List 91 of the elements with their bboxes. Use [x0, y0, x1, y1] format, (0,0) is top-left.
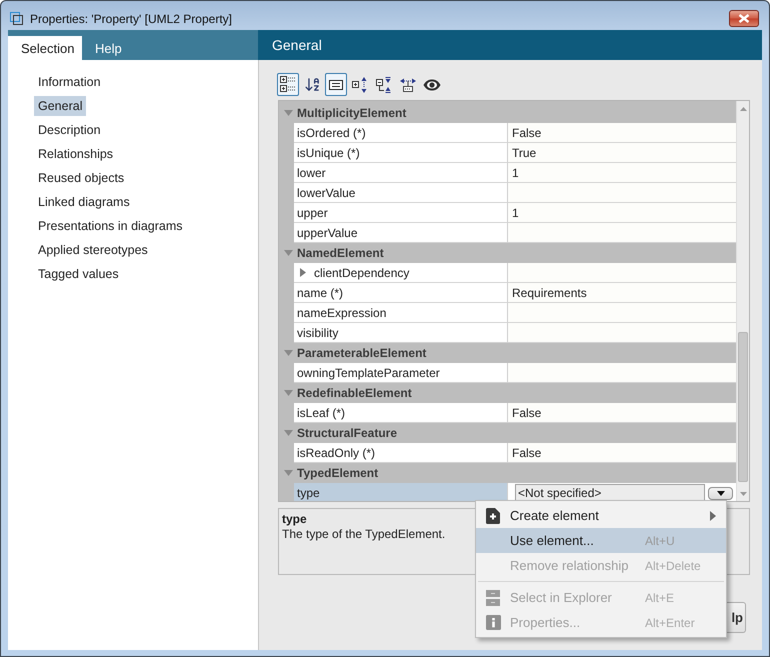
triangle-down-icon[interactable]: [284, 350, 293, 356]
property-value-cell[interactable]: False: [508, 403, 736, 423]
panel-title: General: [272, 37, 322, 53]
property-value-cell[interactable]: [508, 323, 736, 343]
window-icon: [10, 12, 23, 25]
close-button[interactable]: [729, 10, 759, 27]
property-name-cell[interactable]: visibility: [294, 323, 508, 343]
property-name-cell[interactable]: owningTemplateParameter: [294, 363, 508, 383]
toolbar-button[interactable]: [325, 73, 347, 96]
property-name-cell[interactable]: isLeaf (*): [294, 403, 508, 423]
text-box-icon: [329, 80, 343, 90]
triangle-right-icon[interactable]: [300, 268, 306, 277]
dropdown-button[interactable]: [708, 486, 733, 500]
property-name-cell[interactable]: upper: [294, 203, 508, 223]
collapse-arrows-icon: [376, 76, 392, 92]
sidebar-item[interactable]: Description: [34, 120, 105, 140]
property-value-cell[interactable]: Requirements: [508, 283, 736, 303]
triangle-down-icon[interactable]: [284, 470, 293, 476]
shortcut-text: Alt+Delete: [645, 558, 701, 572]
shortcut-text: Alt+U: [645, 534, 675, 548]
property-value-cell[interactable]: [508, 363, 736, 383]
scroll-up-arrow-icon[interactable]: [740, 106, 746, 110]
drawer-icon: [486, 590, 500, 606]
property-value-cell[interactable]: 1: [508, 163, 736, 183]
sidebar-item[interactable]: Linked diagrams: [34, 192, 134, 212]
category-name: ParameterableElement: [297, 346, 426, 360]
expand-arrows-icon: [352, 76, 368, 92]
shortcut-text: Alt+Enter: [645, 616, 695, 630]
horizontal-arrows-icon: [400, 76, 416, 92]
caret-icon: [716, 490, 724, 496]
tab[interactable]: Help: [82, 36, 135, 60]
property-name-cell[interactable]: nameExpression: [294, 303, 508, 323]
category-name: NamedElement: [297, 246, 384, 260]
info-icon: [486, 615, 500, 630]
scroll-down-arrow-icon[interactable]: [740, 492, 746, 496]
property-name-cell[interactable]: isReadOnly (*): [294, 443, 508, 463]
add-document-icon: [486, 508, 500, 524]
property-value-cell[interactable]: False: [508, 123, 736, 143]
category-row[interactable]: RedefinableElement: [279, 383, 736, 403]
property-value-cell[interactable]: 1: [508, 203, 736, 223]
category-row[interactable]: NamedElement: [279, 243, 736, 263]
window-title: Properties: 'Property' [UML2 Property]: [30, 12, 232, 26]
menu-item[interactable]: Use element... Alt+U: [476, 528, 726, 553]
sidebar-item[interactable]: Presentations in diagrams: [34, 216, 187, 236]
property-value-cell[interactable]: [508, 263, 736, 283]
category-name: RedefinableElement: [297, 386, 412, 400]
category-row[interactable]: ParameterableElement: [279, 343, 736, 363]
property-value-cell[interactable]: False: [508, 443, 736, 463]
tab[interactable]: Selection: [8, 36, 82, 60]
scrollbar-thumb[interactable]: [738, 332, 748, 482]
sidebar-item[interactable]: Applied stereotypes: [34, 240, 152, 260]
description-text: The type of the TypedElement.: [282, 527, 446, 541]
grouped-list-icon: [280, 76, 296, 93]
property-value-cell[interactable]: True: [508, 143, 736, 163]
property-name-cell[interactable]: isUnique (*): [294, 143, 508, 163]
triangle-down-icon[interactable]: [284, 250, 293, 256]
sidebar-item[interactable]: Reused objects: [34, 168, 128, 188]
property-name-cell[interactable]: name (*): [294, 283, 508, 303]
property-name-cell[interactable]: upperValue: [294, 223, 508, 243]
property-value-cell[interactable]: [508, 303, 736, 323]
category-row[interactable]: TypedElement: [279, 463, 736, 483]
category-name: TypedElement: [297, 466, 378, 480]
sidebar-item[interactable]: Tagged values: [34, 264, 123, 284]
sidebar-item[interactable]: General: [34, 96, 86, 116]
scrollbar[interactable]: [736, 101, 749, 501]
property-name: clientDependency: [314, 266, 410, 280]
description-title: type: [282, 512, 307, 526]
triangle-down-icon[interactable]: [284, 110, 293, 116]
property-name-cell[interactable]: lower: [294, 163, 508, 183]
type-dropdown-field[interactable]: <Not specified>: [515, 484, 705, 501]
sort-az-icon: [304, 76, 320, 93]
close-icon: [738, 14, 750, 23]
toolbar-button[interactable]: [277, 73, 299, 96]
help-button[interactable]: lp: [727, 602, 746, 633]
property-value-cell[interactable]: [508, 183, 736, 203]
eye-icon: [423, 78, 441, 90]
property-name-cell[interactable]: lowerValue: [294, 183, 508, 203]
triangle-down-icon[interactable]: [284, 390, 293, 396]
sidebar-item[interactable]: Information: [34, 72, 105, 92]
property-name-cell[interactable]: isOrdered (*): [294, 123, 508, 143]
property-name-cell[interactable]: type: [294, 483, 508, 501]
category-name: MultiplicityElement: [297, 106, 406, 120]
sidebar-item[interactable]: Relationships: [34, 144, 118, 164]
menu-item[interactable]: Create element: [476, 503, 726, 528]
triangle-down-icon[interactable]: [284, 430, 293, 436]
category-row[interactable]: StructuralFeature: [279, 423, 736, 443]
shortcut-text: Alt+E: [645, 590, 674, 604]
property-value-cell[interactable]: [508, 223, 736, 243]
category-name: StructuralFeature: [297, 426, 398, 440]
category-row[interactable]: MultiplicityElement: [279, 103, 736, 123]
property-name-cell[interactable]: clientDependency: [294, 263, 508, 283]
